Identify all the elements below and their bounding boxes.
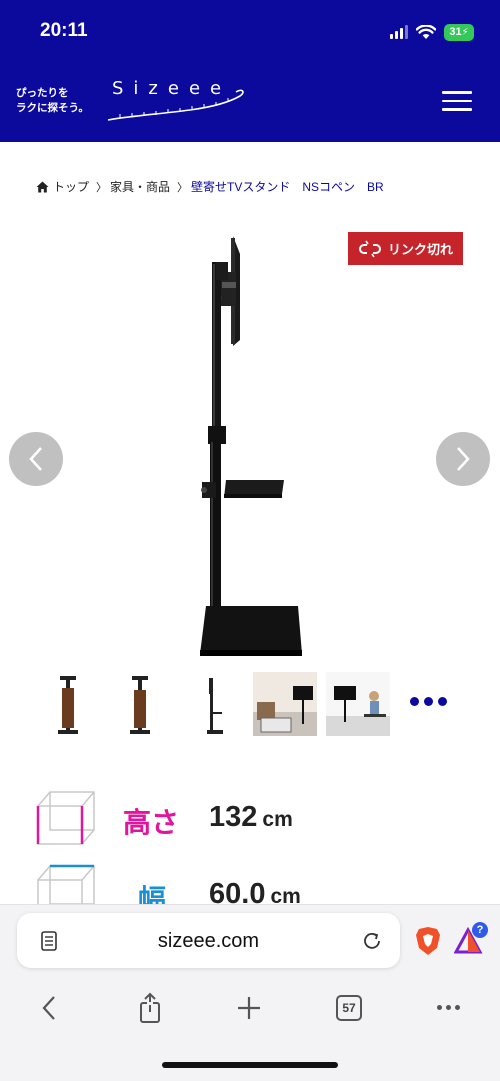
more-thumbnails-button[interactable] xyxy=(410,697,447,706)
chevron-right-icon xyxy=(457,447,470,471)
next-image-button[interactable] xyxy=(436,432,490,486)
status-icons: 31 ⚡ xyxy=(390,22,474,42)
notification-badge: ? xyxy=(472,922,488,938)
prev-image-button[interactable] xyxy=(9,432,63,486)
wifi-icon xyxy=(416,24,436,39)
breadcrumb: トップ 〉 家具・商品 〉 壁寄せTVスタンド NSコペン BR xyxy=(36,178,384,195)
thumbnail-1[interactable] xyxy=(36,672,100,736)
brave-rewards-button[interactable]: ? xyxy=(453,922,490,956)
signal-icon xyxy=(390,25,408,39)
height-dimension-icon xyxy=(36,791,95,845)
battery-icon: 31 ⚡ xyxy=(444,23,474,41)
thumbnail-5[interactable] xyxy=(326,672,390,736)
chevron-left-icon xyxy=(29,447,42,471)
reload-icon[interactable] xyxy=(361,930,383,952)
thumbnail-2[interactable] xyxy=(108,672,172,736)
breadcrumb-separator: 〉 xyxy=(177,181,189,194)
height-unit: cm xyxy=(262,808,293,831)
logo-swoosh xyxy=(107,89,244,121)
share-button[interactable] xyxy=(136,992,164,1024)
home-icon xyxy=(36,181,49,192)
height-value: 132 cm xyxy=(209,801,293,834)
url-text: sizeee.com xyxy=(157,930,260,952)
thumbnail-3[interactable] xyxy=(181,672,245,736)
tab-count-button[interactable]: 57 xyxy=(336,995,362,1021)
link-broken-label: リンク切れ xyxy=(387,242,453,257)
status-time: 20:11 xyxy=(40,20,88,41)
menu-button[interactable] xyxy=(442,91,472,111)
tagline-line-1: ぴったりを xyxy=(16,87,69,99)
back-button[interactable] xyxy=(36,994,64,1022)
home-indicator xyxy=(162,1062,338,1068)
breadcrumb-separator: 〉 xyxy=(96,181,108,194)
broken-link-icon xyxy=(359,240,381,257)
brave-shield-icon[interactable] xyxy=(415,926,441,956)
breadcrumb-item-top[interactable]: トップ xyxy=(53,178,89,195)
battery-level: 31 xyxy=(449,26,462,38)
breadcrumb-item-current: 壁寄せTVスタンド NSコペン BR xyxy=(191,180,384,194)
address-bar[interactable]: sizeee.com xyxy=(17,913,400,968)
height-number: 132 xyxy=(209,801,258,833)
tagline-line-2: ラクに探そう。 xyxy=(16,102,89,114)
site-logo[interactable]: Sizeee xyxy=(100,76,250,126)
site-tagline: ぴったりを ラクに探そう。 xyxy=(16,86,89,116)
link-broken-badge: リンク切れ xyxy=(348,232,463,265)
more-options-button[interactable] xyxy=(437,1005,460,1010)
product-image xyxy=(36,232,464,660)
height-label: 高さ xyxy=(123,807,180,838)
thumbnail-4[interactable] xyxy=(253,672,317,736)
new-tab-button[interactable] xyxy=(236,995,262,1021)
breadcrumb-item-furniture[interactable]: 家具・商品 xyxy=(110,178,170,195)
tv-stand-illustration xyxy=(200,236,302,656)
